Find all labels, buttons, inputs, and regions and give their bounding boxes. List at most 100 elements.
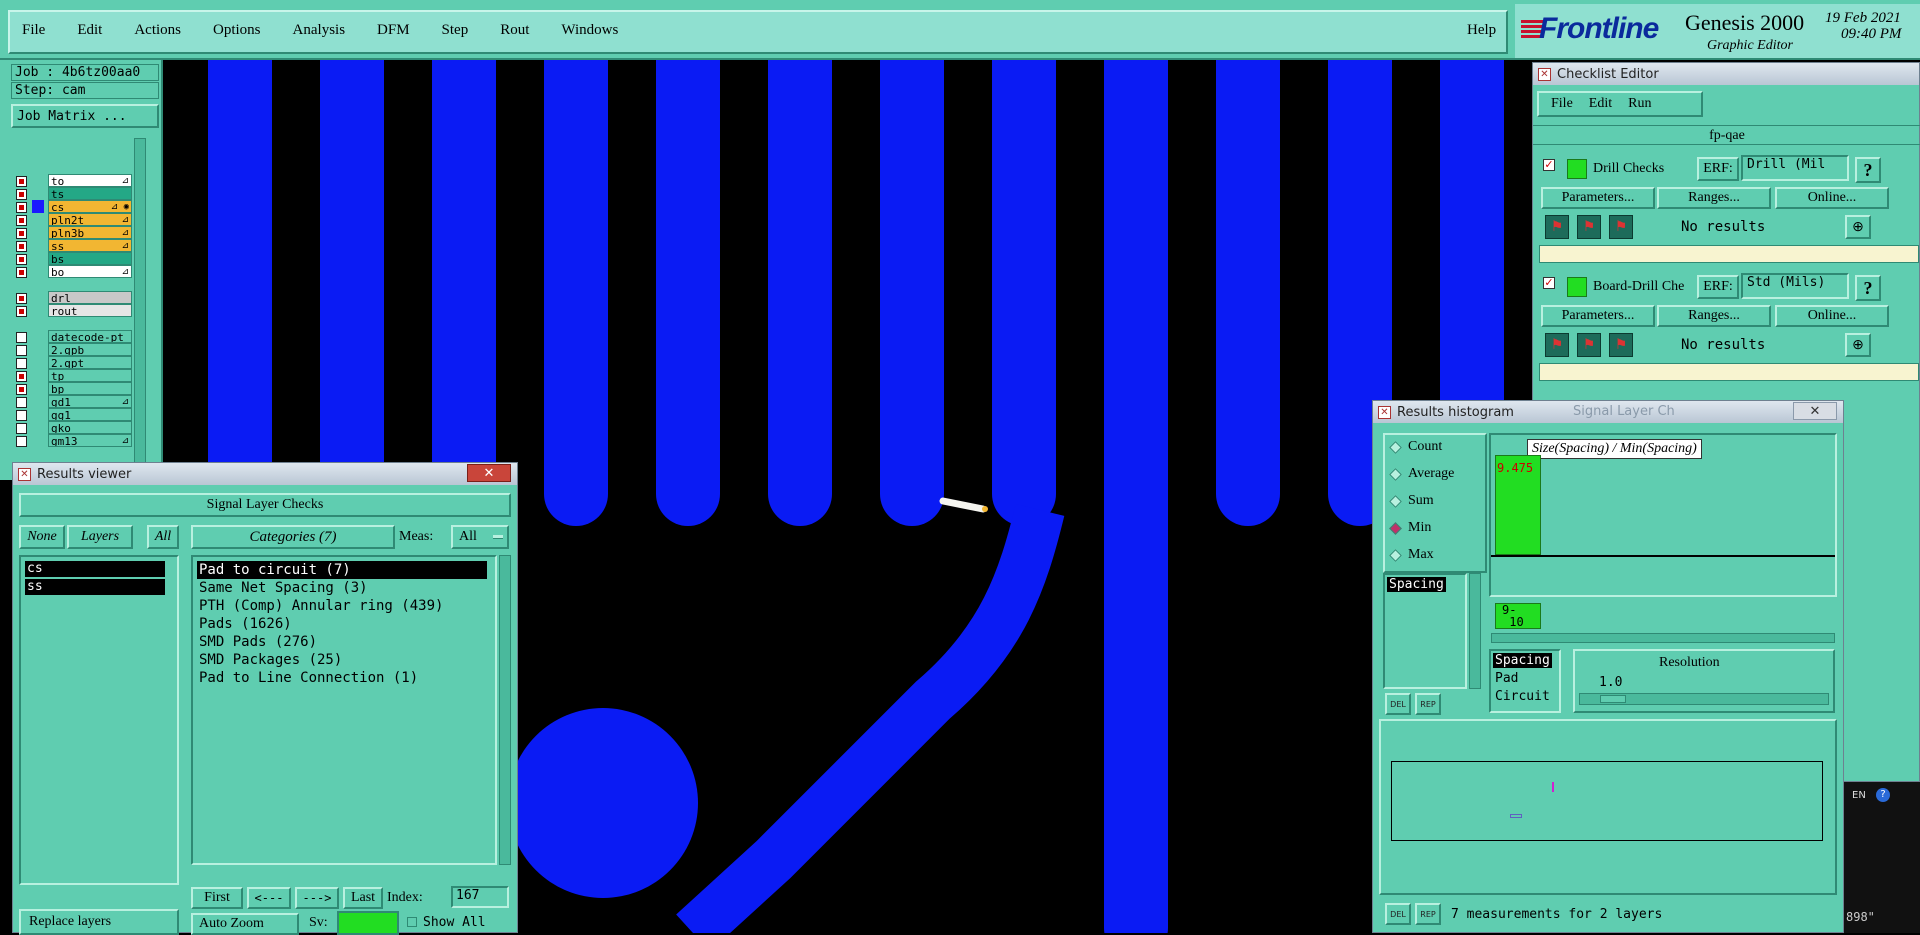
layer-name[interactable]: rout xyxy=(48,304,132,317)
layer-row-to[interactable]: to ⊿ xyxy=(12,174,132,188)
job-matrix-button[interactable]: Job Matrix ... xyxy=(11,104,159,128)
layer-checkbox[interactable] xyxy=(16,358,27,369)
check-enable-checkbox[interactable]: ✓ xyxy=(1543,277,1555,289)
res-item-circuit[interactable]: Circuit xyxy=(1495,689,1550,704)
layer-row-bo[interactable]: bo ⊿ xyxy=(12,265,132,279)
layer-name[interactable]: pln2t ⊿ xyxy=(48,213,132,226)
rv-category-item[interactable]: SMD Pads (276) xyxy=(197,633,487,651)
layer-name[interactable]: bo ⊿ xyxy=(48,265,132,278)
layer-row-gm13[interactable]: gm13 ⊿ xyxy=(12,434,132,448)
menu-item-step[interactable]: Step xyxy=(442,22,469,39)
parameters-button[interactable]: Parameters... xyxy=(1541,305,1655,327)
prev-button[interactable]: <--- xyxy=(247,887,291,909)
layer-checkbox[interactable] xyxy=(16,423,27,434)
res-item-pad[interactable]: Pad xyxy=(1495,671,1518,686)
layer-checkbox[interactable] xyxy=(16,254,27,265)
layer-checkbox[interactable] xyxy=(16,202,27,213)
layer-name[interactable]: drl xyxy=(48,291,132,304)
layer-name[interactable]: ts xyxy=(48,187,132,200)
layer-checkbox[interactable] xyxy=(16,436,27,447)
layer-name[interactable]: gko xyxy=(48,421,132,434)
layer-row-pln3b[interactable]: pln3b ⊿ xyxy=(12,226,132,240)
all-button[interactable]: All xyxy=(147,525,179,549)
index-field[interactable]: 167 xyxy=(451,886,509,908)
layer-row-drl[interactable]: drl xyxy=(12,291,132,305)
replace-layers-dropdown[interactable]: Replace layers xyxy=(19,909,179,935)
resolution-list[interactable]: Spacing Pad Circuit xyxy=(1489,649,1561,713)
layer-row-tp[interactable]: tp xyxy=(12,369,132,383)
mode-radio-average[interactable]: Average xyxy=(1389,466,1454,482)
close-button[interactable]: ✕ xyxy=(1793,402,1837,420)
ce-menu-run[interactable]: Run xyxy=(1628,96,1651,112)
layer-checkbox[interactable] xyxy=(16,410,27,421)
ce-menu-edit[interactable]: Edit xyxy=(1589,96,1612,112)
layer-name[interactable]: cs ⊿ ◉ xyxy=(48,200,132,213)
resolution-slider-track[interactable] xyxy=(1579,693,1829,705)
layer-name[interactable]: pln3b ⊿ xyxy=(48,226,132,239)
layer-row-gko[interactable]: gko xyxy=(12,421,132,435)
res-item-spacing[interactable]: Spacing xyxy=(1493,653,1552,668)
rv-category-item[interactable]: Pad to circuit (7) xyxy=(197,561,487,579)
layer-name[interactable]: tp xyxy=(48,369,132,382)
layer-checkbox[interactable] xyxy=(16,241,27,252)
histogram-bin[interactable]: 9- 10 xyxy=(1495,603,1541,629)
none-button[interactable]: None xyxy=(19,525,65,549)
language-indicator[interactable]: EN xyxy=(1852,790,1866,801)
rv-category-item[interactable]: Pads (1626) xyxy=(197,615,487,633)
rv-category-item[interactable]: PTH (Comp) Annular ring (439) xyxy=(197,597,487,615)
layer-name[interactable]: gd1 ⊿ xyxy=(48,395,132,408)
layer-name[interactable]: bs xyxy=(48,252,132,265)
parameters-button[interactable]: Parameters... xyxy=(1541,187,1655,209)
layer-checkbox[interactable] xyxy=(16,267,27,278)
layer-checkbox[interactable] xyxy=(16,306,27,317)
resolution-slider-thumb[interactable] xyxy=(1600,695,1626,703)
layer-name[interactable]: gm13 ⊿ xyxy=(48,434,132,447)
check-help-button[interactable]: ? xyxy=(1855,157,1881,183)
layer-row-gd1[interactable]: gd1 ⊿ xyxy=(12,395,132,409)
layer-checkbox[interactable] xyxy=(16,215,27,226)
menu-item-file[interactable]: File xyxy=(22,22,45,39)
stop-icon[interactable]: ⚑ xyxy=(1609,333,1633,357)
measure-item-spacing[interactable]: Spacing xyxy=(1387,577,1446,592)
mode-radio-min[interactable]: Min xyxy=(1389,520,1431,536)
menu-item-windows[interactable]: Windows xyxy=(561,22,618,39)
menu-item-analysis[interactable]: Analysis xyxy=(293,22,346,39)
layer-name[interactable]: ss ⊿ xyxy=(48,239,132,252)
rv-category-item[interactable]: Same Net Spacing (3) xyxy=(197,579,487,597)
menu-item-options[interactable]: Options xyxy=(213,22,261,39)
rv-category-item[interactable]: SMD Packages (25) xyxy=(197,651,487,669)
layer-row-bp[interactable]: bp xyxy=(12,382,132,396)
next-button[interactable]: ---> xyxy=(295,887,339,909)
layer-checkbox[interactable] xyxy=(16,397,27,408)
layer-row-ss[interactable]: ss ⊿ xyxy=(12,239,132,253)
layer-checkbox[interactable] xyxy=(16,176,27,187)
menu-item-actions[interactable]: Actions xyxy=(134,22,181,39)
ce-menu-file[interactable]: File xyxy=(1551,96,1573,112)
layer-row-ts[interactable]: ts xyxy=(12,187,132,201)
show-all-checkbox[interactable] xyxy=(407,917,417,927)
layer-list-scrollbar[interactable] xyxy=(134,138,146,480)
menu-item-help[interactable]: Help xyxy=(1467,22,1496,39)
layer-checkbox[interactable] xyxy=(16,189,27,200)
meas-dropdown[interactable]: All xyxy=(451,525,509,549)
del-button-bottom[interactable]: DEL xyxy=(1385,903,1411,925)
check-enable-checkbox[interactable]: ✓ xyxy=(1543,159,1555,171)
zoom-icon[interactable]: ⊕ xyxy=(1845,333,1871,357)
zoom-icon[interactable]: ⊕ xyxy=(1845,215,1871,239)
layer-checkbox[interactable] xyxy=(16,345,27,356)
layer-name[interactable]: to ⊿ xyxy=(48,174,132,187)
menu-item-rout[interactable]: Rout xyxy=(500,22,529,39)
rv-category-list[interactable]: Pad to circuit (7) Same Net Spacing (3) PT… xyxy=(191,555,497,865)
check-name[interactable]: Board-Drill Che xyxy=(1593,279,1697,295)
layer-row-rout[interactable]: rout xyxy=(12,304,132,318)
rv-category-scrollbar[interactable] xyxy=(499,555,511,865)
layer-name[interactable]: bp xyxy=(48,382,132,395)
online-button[interactable]: Online... xyxy=(1775,187,1889,209)
menu-item-dfm[interactable]: DFM xyxy=(377,22,410,39)
check-name[interactable]: Drill Checks xyxy=(1593,161,1697,177)
run-icon[interactable]: ⚑ xyxy=(1545,215,1569,239)
layer-checkbox[interactable] xyxy=(16,384,27,395)
rv-category-item[interactable]: Pad to Line Connection (1) xyxy=(197,669,487,687)
categories-button[interactable]: Categories (7) xyxy=(191,525,395,549)
menu-item-edit[interactable]: Edit xyxy=(77,22,102,39)
